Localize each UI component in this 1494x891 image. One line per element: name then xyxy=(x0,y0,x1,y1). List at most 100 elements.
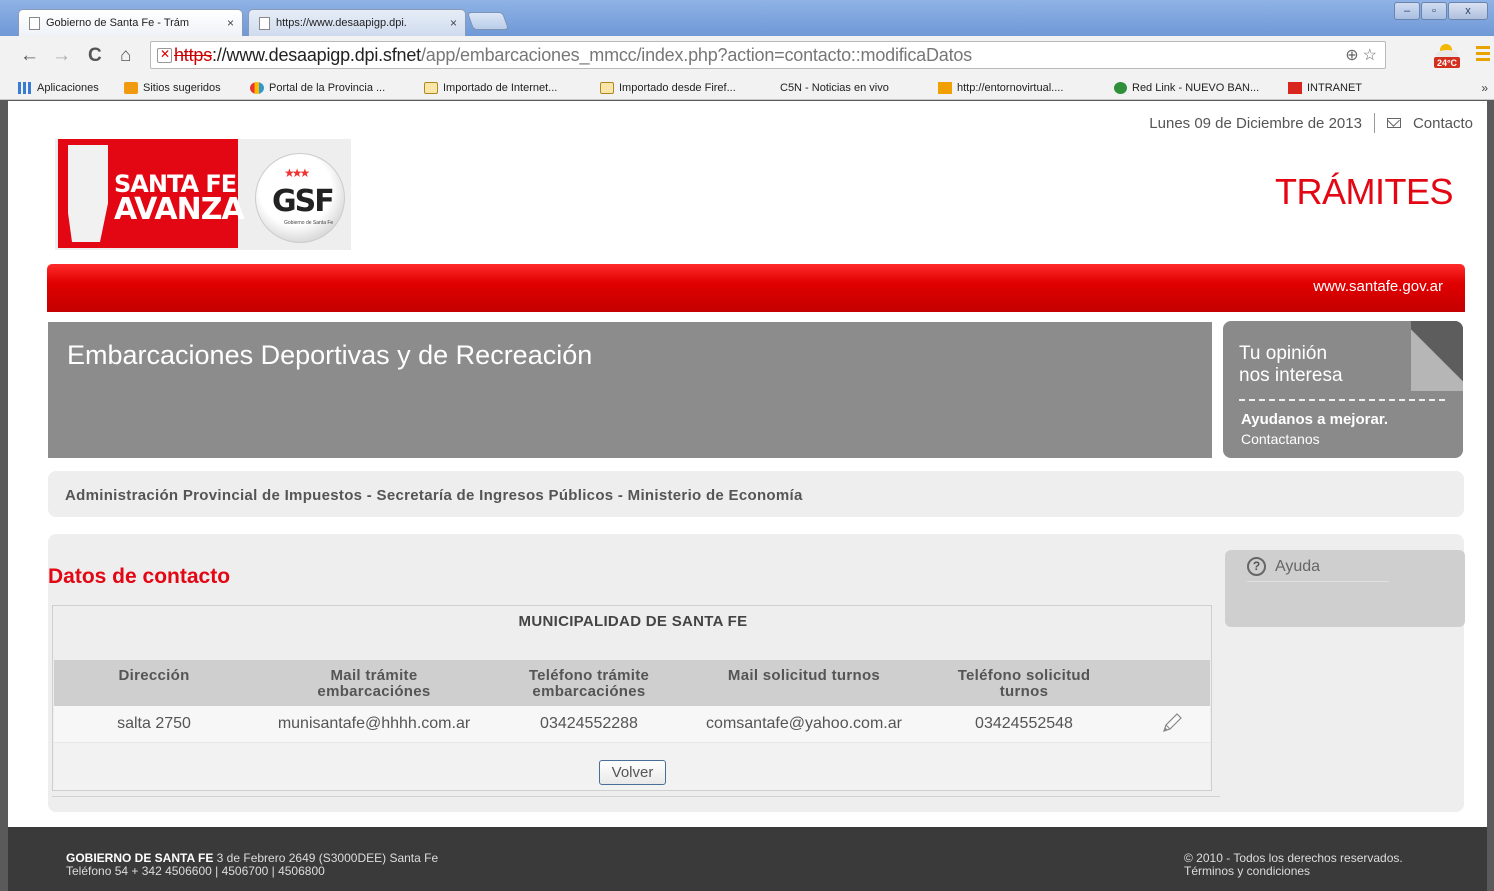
table-caption: MUNICIPALIDAD DE SANTA FE xyxy=(518,613,748,630)
folder-icon xyxy=(424,82,438,94)
zoom-icon[interactable]: ⊕ xyxy=(1345,45,1358,65)
banner: Embarcaciones Deportivas y de Recreación xyxy=(48,322,1212,458)
cell-mail-turnos: comsantafe@yahoo.com.ar xyxy=(706,715,902,732)
bookmark-sitios-sugeridos[interactable]: Sitios sugeridos xyxy=(124,82,221,94)
weather-extension-icon[interactable]: 24°C xyxy=(1432,41,1462,69)
opinion-box[interactable]: Tu opinión nos interesa Ayudanos a mejor… xyxy=(1223,321,1463,458)
bookmark-label: Sitios sugeridos xyxy=(143,82,221,94)
header-text: Mail solicitud turnos xyxy=(727,667,881,684)
logo[interactable]: SANTA FE AVANZA ★★★ GSF Gobierno de Sant… xyxy=(55,139,351,250)
moodle-icon xyxy=(938,82,952,94)
header-telefono-turnos: Teléfono solicitud turnos xyxy=(934,668,1114,700)
opinion-cta: Ayudanos a mejorar. xyxy=(1241,411,1388,428)
header-text: embarcaciónes xyxy=(317,683,431,700)
home-icon[interactable]: ⌂ xyxy=(120,45,131,67)
cell-telefono-tramite: 03424552288 xyxy=(540,715,638,732)
bookmark-importado-internet[interactable]: Importado de Internet... xyxy=(424,82,557,94)
insecure-lock-icon[interactable] xyxy=(157,47,172,63)
divider xyxy=(1247,581,1389,582)
window-controls: – ▫ x xyxy=(1393,2,1488,20)
bookmark-aplicaciones[interactable]: Aplicaciones xyxy=(18,82,99,94)
stars-icon: ★★★ xyxy=(284,166,310,180)
address-bar[interactable]: https://www.desaapigp.dpi.sfnet/app/emba… xyxy=(150,41,1386,69)
bookmark-intranet[interactable]: INTRANET xyxy=(1288,82,1362,94)
chrome-menu-icon[interactable] xyxy=(1476,46,1490,64)
footer-address: GOBIERNO DE SANTA FE 3 de Febrero 2649 (… xyxy=(66,852,438,878)
gsf-subtitle: Gobierno de Santa Fe xyxy=(284,220,334,226)
minimize-button[interactable]: – xyxy=(1394,2,1420,20)
url-text: https://www.desaapigp.dpi.sfnet/app/emba… xyxy=(174,45,972,66)
bookmark-portal-provincia[interactable]: Portal de la Provincia ... xyxy=(250,82,385,94)
footer-legal: © 2010 - Todos los derechos reservados. … xyxy=(1184,852,1403,878)
tab-gobierno-santa-fe[interactable]: Gobierno de Santa Fe - Trám × xyxy=(18,9,243,36)
dashed-divider xyxy=(1239,399,1445,401)
cell-direccion: salta 2750 xyxy=(117,715,191,732)
tab-close-icon[interactable]: × xyxy=(450,16,457,30)
bookmark-importado-firefox[interactable]: Importado desde Firef... xyxy=(600,82,736,94)
gsf-seal: ★★★ GSF Gobierno de Santa Fe xyxy=(255,153,345,243)
page-icon xyxy=(29,16,40,30)
url-scheme: https xyxy=(174,44,213,65)
gsf-text: GSF xyxy=(272,184,335,219)
footer: GOBIERNO DE SANTA FE 3 de Febrero 2649 (… xyxy=(8,827,1487,891)
bookmark-label: Importado desde Firef... xyxy=(619,82,736,94)
cell-mail-tramite: munisantafe@hhhh.com.ar xyxy=(277,715,471,732)
help-label[interactable]: Ayuda xyxy=(1275,558,1320,576)
tab-desaapigp[interactable]: https://www.desaapigp.dpi. × xyxy=(248,9,466,36)
header-telefono-tramite: Teléfono trámite embarcaciónes xyxy=(494,668,684,700)
footer-org: GOBIERNO DE SANTA FE xyxy=(66,851,214,865)
contact-link[interactable]: Contacto xyxy=(1413,115,1473,132)
page-title: Embarcaciones Deportivas y de Recreación xyxy=(67,340,593,370)
forward-arrow-icon[interactable]: → xyxy=(52,45,71,67)
agency-path: Administración Provincial de Impuestos -… xyxy=(65,487,803,504)
help-icon[interactable]: ? xyxy=(1247,557,1266,576)
maximize-button[interactable]: ▫ xyxy=(1421,2,1447,20)
terms-link[interactable]: Términos y condiciones xyxy=(1184,865,1403,878)
main-content: Datos de contacto ? Ayuda MUNICIPALIDAD … xyxy=(48,534,1465,812)
volver-button[interactable]: Volver xyxy=(599,760,666,785)
footer-phones: Teléfono 54 + 342 4506600 | 4506700 | 45… xyxy=(66,864,325,878)
bookmark-label: Importado de Internet... xyxy=(443,82,558,94)
contact-table: MUNICIPALIDAD DE SANTA FE Dirección Mail… xyxy=(52,605,1212,791)
santa-fe-avanza-logo: SANTA FE AVANZA xyxy=(58,139,245,248)
bookmark-label: Aplicaciones xyxy=(37,82,99,94)
folder-icon xyxy=(600,82,614,94)
portal-icon xyxy=(250,82,264,94)
envelope-icon xyxy=(1386,118,1401,128)
site-url-link[interactable]: www.santafe.gov.ar xyxy=(1313,278,1443,295)
close-window-button[interactable]: x xyxy=(1448,2,1488,20)
bookmark-star-icon[interactable]: ☆ xyxy=(1363,45,1377,65)
header-mail-turnos: Mail solicitud turnos xyxy=(694,668,914,684)
top-info: Lunes 09 de Diciembre de 2013 Contacto xyxy=(1149,113,1473,133)
header-text: Dirección xyxy=(118,667,190,684)
browser-toolbar: ← → C ⌂ https://www.desaapigp.dpi.sfnet/… xyxy=(0,36,1494,78)
help-panel[interactable]: ? Ayuda xyxy=(1225,550,1465,627)
opinion-contact-link[interactable]: Contactanos xyxy=(1241,431,1320,447)
bookmarks-bar: Aplicaciones Sitios sugeridos Portal de … xyxy=(0,78,1494,195)
url-host: ://www.desaapigp.dpi.sfnet xyxy=(212,44,421,65)
url-path: /app/embarcaciones_mmcc/index.php?action… xyxy=(420,44,972,65)
bookmark-label: C5N - Noticias en vivo xyxy=(780,82,889,94)
bookmark-c5n[interactable]: C5N - Noticias en vivo xyxy=(780,82,889,195)
reload-icon[interactable]: C xyxy=(88,45,102,67)
bookmark-entornovirtual[interactable]: http://entornovirtual.... xyxy=(938,82,1063,94)
header-text: Teléfono solicitud xyxy=(957,667,1091,684)
footer-street: 3 de Febrero 2649 (S3000DEE) Santa Fe xyxy=(213,851,439,865)
tab-title: Gobierno de Santa Fe - Trám xyxy=(46,17,190,29)
table-header: Dirección Mail trámite embarcaciónes Tel… xyxy=(54,660,1210,706)
current-date: Lunes 09 de Diciembre de 2013 xyxy=(1149,114,1362,132)
page-icon xyxy=(259,16,270,30)
bookmark-red-link[interactable]: Red Link - NUEVO BAN... xyxy=(1114,82,1259,94)
bookmark-label: INTRANET xyxy=(1307,82,1362,94)
red-header-bar: www.santafe.gov.ar xyxy=(47,264,1465,312)
tab-close-icon[interactable]: × xyxy=(227,16,234,30)
edit-pencil-icon[interactable] xyxy=(1158,710,1184,736)
section-title: TRÁMITES xyxy=(1274,171,1454,212)
logo-line2: AVANZA xyxy=(114,191,245,227)
header-mail-tramite: Mail trámite embarcaciónes xyxy=(264,668,484,700)
header-text: embarcaciónes xyxy=(532,683,646,700)
bookmarks-overflow-icon[interactable]: » xyxy=(1481,81,1488,95)
header-direccion: Dirección xyxy=(74,668,234,684)
back-arrow-icon[interactable]: ← xyxy=(20,45,39,67)
new-tab-button[interactable] xyxy=(466,12,510,30)
